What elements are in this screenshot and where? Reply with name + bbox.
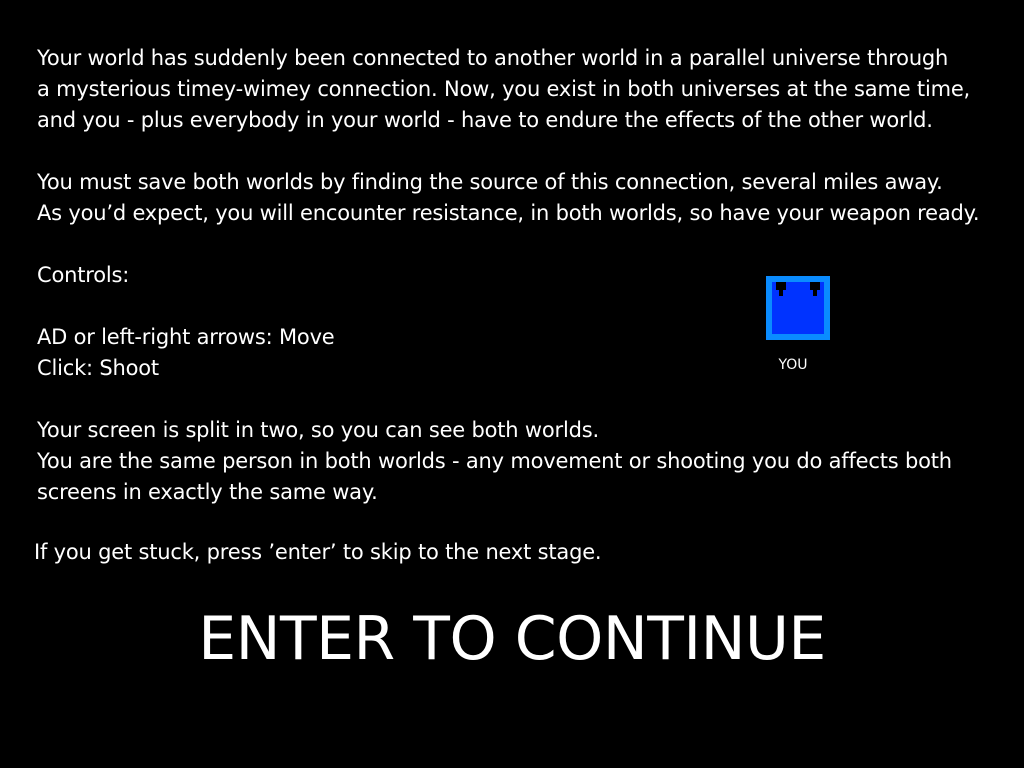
intro-line: As you’d expect, you will encounter resi…	[37, 201, 980, 225]
player-label: YOU	[778, 357, 808, 373]
control-shoot: Click: Shoot	[37, 356, 159, 380]
intro-line: You are the same person in both worlds -…	[37, 449, 952, 473]
skip-hint: If you get stuck, press ’enter’ to skip …	[34, 540, 602, 564]
intro-line: Your world has suddenly been connected t…	[37, 46, 949, 70]
player-sprite	[766, 276, 830, 340]
player-eye-right	[810, 282, 820, 296]
intro-line: screens in exactly the same way.	[37, 480, 378, 504]
continue-prompt[interactable]: ENTER TO CONTINUE	[0, 603, 1024, 675]
intro-line: Your screen is split in two, so you can …	[37, 418, 599, 442]
intro-line: a mysterious timey-wimey connection. Now…	[37, 77, 971, 101]
intro-line: and you - plus everybody in your world -…	[37, 108, 933, 132]
intro-line: You must save both worlds by finding the…	[37, 170, 943, 194]
controls-heading: Controls:	[37, 263, 130, 287]
control-move: AD or left-right arrows: Move	[37, 325, 335, 349]
intro-text: Your world has suddenly been connected t…	[37, 43, 997, 508]
player-eye-left	[776, 282, 786, 296]
